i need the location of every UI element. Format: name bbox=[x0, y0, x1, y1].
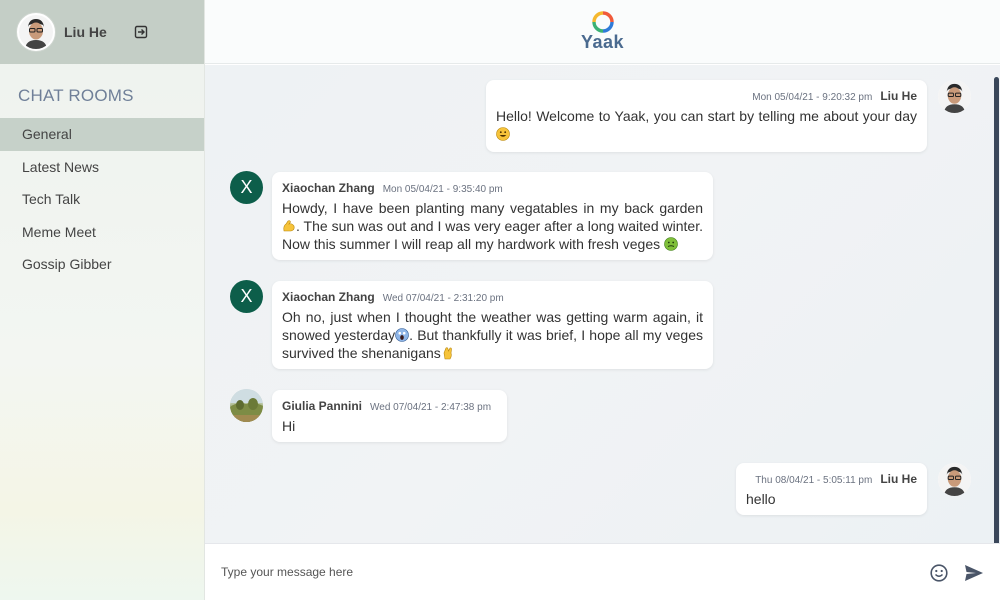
room-list: General Latest News Tech Talk Meme Meet … bbox=[0, 118, 204, 281]
message: Xiaochan Zhang Wed 07/04/21 - 2:31:20 pm… bbox=[272, 281, 713, 369]
flexed-biceps-emoji-icon bbox=[282, 219, 296, 233]
avatar: X bbox=[230, 280, 263, 313]
app-header: Yaak bbox=[205, 0, 1000, 64]
user-bar: Liu He bbox=[0, 0, 204, 64]
emoji-picker-icon[interactable] bbox=[930, 564, 948, 582]
nauseated-face-emoji-icon bbox=[664, 237, 678, 251]
message-text: Hello! Welcome to Yaak, you can start by… bbox=[496, 107, 917, 143]
message-time: Wed 07/04/21 - 2:47:38 pm bbox=[370, 402, 492, 413]
chat-rooms-heading: CHAT ROOMS bbox=[18, 86, 134, 105]
message-sender: Xiaochan Zhang bbox=[282, 181, 375, 195]
message-text: Howdy, I have been planting many vegatab… bbox=[282, 200, 703, 252]
message-text: Hi bbox=[282, 418, 296, 434]
app-logo-icon bbox=[591, 10, 614, 33]
app-name: Yaak bbox=[580, 31, 625, 52]
crossed-fingers-emoji-icon bbox=[441, 346, 455, 360]
message-text: Oh no, just when I thought the weather w… bbox=[282, 309, 703, 361]
room-item-tech-talk[interactable]: Tech Talk bbox=[0, 183, 204, 216]
message-sender: Liu He bbox=[880, 472, 917, 486]
sidebar: Liu He CHAT ROOMS General Latest News Te… bbox=[0, 0, 205, 600]
message-input[interactable] bbox=[221, 565, 911, 579]
message-text: hello bbox=[746, 491, 776, 507]
screaming-face-emoji-icon bbox=[395, 328, 409, 342]
message-sender: Liu He bbox=[880, 89, 917, 103]
room-item-gossip-gibber[interactable]: Gossip Gibber bbox=[0, 248, 204, 281]
avatar: X bbox=[230, 171, 263, 204]
message-time: Mon 05/04/21 - 9:20:32 pm bbox=[752, 92, 873, 103]
scrollbar[interactable] bbox=[994, 77, 999, 547]
room-item-meme-meet[interactable]: Meme Meet bbox=[0, 216, 204, 249]
message: Xiaochan Zhang Mon 05/04/21 - 9:35:40 pm… bbox=[272, 172, 713, 260]
message-own: Mon 05/04/21 - 9:20:32 pm Liu He Hello! … bbox=[486, 80, 927, 152]
user-name: Liu He bbox=[64, 24, 107, 40]
grinning-face-emoji-icon bbox=[496, 127, 510, 141]
message-sender: Xiaochan Zhang bbox=[282, 290, 375, 304]
avatar bbox=[938, 463, 971, 496]
avatar bbox=[230, 389, 263, 422]
message-composer bbox=[205, 543, 1000, 600]
room-item-general[interactable]: General bbox=[0, 118, 204, 151]
message-time: Wed 07/04/21 - 2:31:20 pm bbox=[382, 293, 504, 304]
message-own: Thu 08/04/21 - 5:05:11 pm Liu He hello bbox=[736, 463, 927, 515]
logout-icon[interactable] bbox=[133, 24, 149, 40]
user-avatar[interactable] bbox=[17, 13, 55, 51]
message-time: Mon 05/04/21 - 9:35:40 pm bbox=[382, 184, 503, 195]
send-icon[interactable] bbox=[964, 564, 984, 582]
message: Giulia Pannini Wed 07/04/21 - 2:47:38 pm… bbox=[272, 390, 507, 442]
message-time: Thu 08/04/21 - 5:05:11 pm bbox=[755, 475, 873, 486]
message-list[interactable]: Mon 05/04/21 - 9:20:32 pm Liu He Hello! … bbox=[205, 65, 1000, 547]
room-item-latest-news[interactable]: Latest News bbox=[0, 151, 204, 184]
avatar bbox=[938, 80, 971, 113]
message-sender: Giulia Pannini bbox=[282, 399, 363, 413]
